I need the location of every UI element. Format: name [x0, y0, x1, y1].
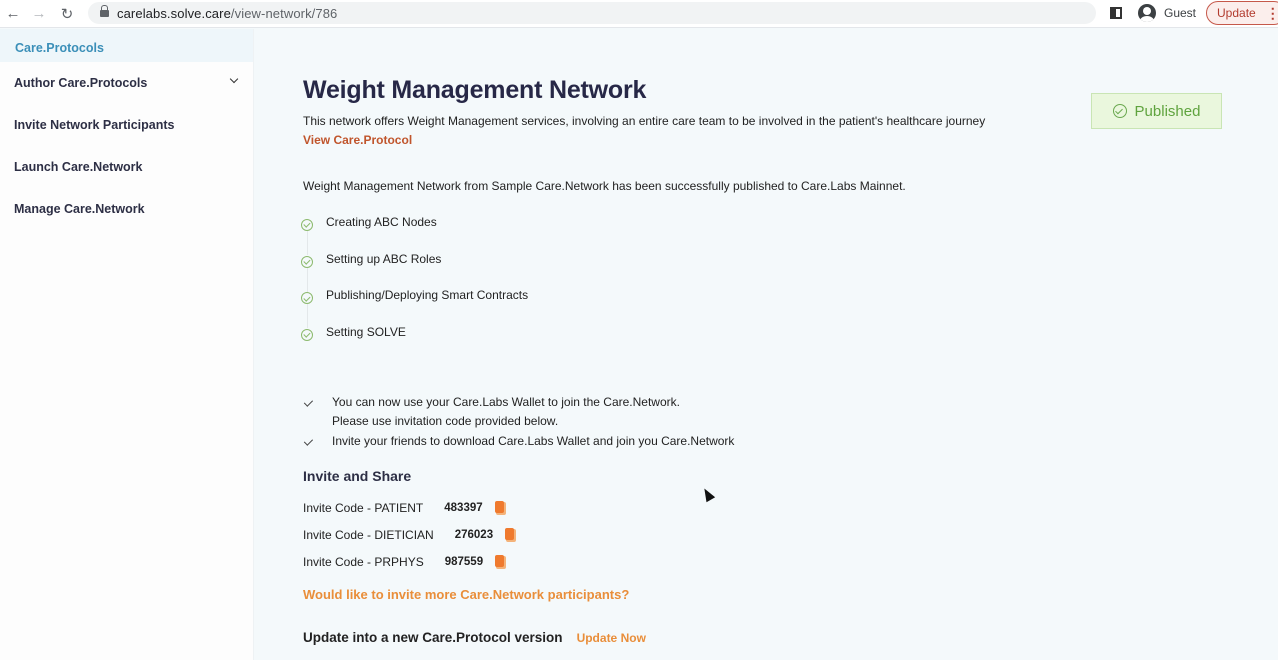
invite-more-participants-link[interactable]: Would like to invite more Care.Network p…	[303, 587, 629, 602]
publish-steps: Creating ABC Nodes Setting up ABC Roles …	[301, 215, 528, 362]
step-label: Publishing/Deploying Smart Contracts	[326, 288, 529, 303]
check-circle-icon	[301, 255, 313, 268]
lock-icon	[100, 4, 109, 18]
sidebar-item-invite-network-participants[interactable]: Invite Network Participants	[0, 104, 253, 146]
profile-label: Guest	[1164, 6, 1197, 20]
note-text: Please use invitation code provided belo…	[332, 414, 559, 429]
step-label: Setting SOLVE	[326, 325, 406, 340]
url-text: carelabs.solve.care/view-network/786	[117, 6, 337, 21]
sidebar-item-author-care-protocols[interactable]: Author Care.Protocols	[0, 62, 253, 104]
sidebar-item-launch-care-network[interactable]: Launch Care.Network	[0, 146, 253, 188]
check-circle-icon	[301, 329, 313, 342]
invite-and-share-heading: Invite and Share	[303, 468, 412, 484]
status-badge-label: Published	[1134, 102, 1201, 120]
update-now-link[interactable]: Update Now	[577, 631, 646, 645]
sidebar-item-label: Invite Network Participants	[14, 118, 175, 132]
note-text: You can now use your Care.Labs Wallet to…	[332, 395, 680, 409]
invite-code-row: Invite Code - DIETICIAN 276023	[303, 522, 517, 549]
sidebar-header-label: Care.Protocols	[15, 41, 104, 55]
side-panel-icon[interactable]	[1110, 7, 1122, 19]
invite-code-label: Invite Code - PATIENT	[303, 501, 424, 516]
invite-code-label: Invite Code - DIETICIAN	[303, 528, 434, 543]
more-menu-icon[interactable]: ⋮	[1266, 6, 1278, 20]
network-description: This network offers Weight Management se…	[303, 114, 986, 128]
note-item-continuation: Please use invitation code provided belo…	[303, 412, 734, 431]
browser-update-label: Update	[1217, 6, 1256, 20]
copy-icon[interactable]	[494, 501, 506, 516]
invite-code-value: 483397	[444, 502, 483, 515]
main-content: Weight Management Network This network o…	[255, 29, 1278, 660]
sidebar-item-label: Launch Care.Network	[14, 160, 143, 174]
invite-code-row: Invite Code - PRPHYS 987559	[303, 548, 516, 575]
update-protocol-row: Update into a new Care.Protocol version …	[303, 630, 646, 645]
check-circle-icon	[301, 292, 313, 305]
step-item: Setting up ABC Roles	[301, 251, 528, 292]
copy-icon[interactable]	[495, 554, 507, 569]
check-circle-icon	[1112, 104, 1127, 118]
update-protocol-text: Update into a new Care.Protocol version	[303, 630, 563, 645]
invite-code-row: Invite Code - PATIENT 483397	[303, 495, 516, 522]
reload-icon[interactable]: ↻	[56, 3, 78, 25]
success-message: Weight Management Network from Sample Ca…	[303, 179, 906, 193]
invite-code-value: 276023	[454, 529, 494, 542]
sidebar-header[interactable]: Care.Protocols	[0, 29, 253, 62]
view-care-protocol-link[interactable]: View Care.Protocol	[303, 133, 412, 147]
step-item: Setting SOLVE	[301, 325, 528, 362]
url-path: /view-network/786	[230, 5, 338, 21]
address-bar[interactable]: carelabs.solve.care/view-network/786	[88, 2, 1096, 24]
wallet-notes: You can now use your Care.Labs Wallet to…	[303, 393, 734, 451]
check-circle-icon	[301, 219, 313, 231]
sidebar-item-label: Author Care.Protocols	[14, 76, 148, 90]
sidebar-item-label: Manage Care.Network	[14, 202, 145, 216]
forward-arrow-icon[interactable]: →	[28, 3, 50, 25]
invite-code-label: Invite Code - PRPHYS	[303, 554, 424, 569]
copy-icon[interactable]	[505, 528, 517, 543]
step-label: Setting up ABC Roles	[326, 251, 442, 266]
step-label: Creating ABC Nodes	[326, 215, 437, 229]
note-item: You can now use your Care.Labs Wallet to…	[303, 393, 734, 412]
checkmark-icon	[303, 393, 332, 412]
browser-toolbar: ← → ↻ carelabs.solve.care/view-network/7…	[0, 0, 1278, 28]
chevron-down-icon[interactable]	[229, 74, 239, 84]
url-host: carelabs.solve.care	[117, 5, 231, 21]
avatar-icon	[1138, 4, 1156, 22]
profile-button[interactable]: Guest	[1132, 2, 1202, 24]
step-item: Publishing/Deploying Smart Contracts	[301, 288, 529, 329]
invite-code-value: 987559	[444, 555, 484, 568]
back-arrow-icon[interactable]: ←	[2, 3, 24, 25]
status-badge: Published	[1091, 93, 1222, 129]
invite-codes: Invite Code - PATIENT 483397 Invite Code…	[303, 495, 517, 575]
sidebar-item-manage-care-network[interactable]: Manage Care.Network	[0, 188, 253, 230]
browser-update-button[interactable]: Update ⋮	[1206, 1, 1278, 25]
note-item: Invite your friends to download Care.Lab…	[303, 432, 734, 451]
sidebar: Care.Protocols Author Care.Protocols Inv…	[0, 29, 254, 660]
page-title: Weight Management Network	[303, 76, 647, 104]
note-text: Invite your friends to download Care.Lab…	[332, 433, 735, 448]
checkmark-icon	[303, 432, 332, 451]
step-item: Creating ABC Nodes	[301, 215, 528, 255]
